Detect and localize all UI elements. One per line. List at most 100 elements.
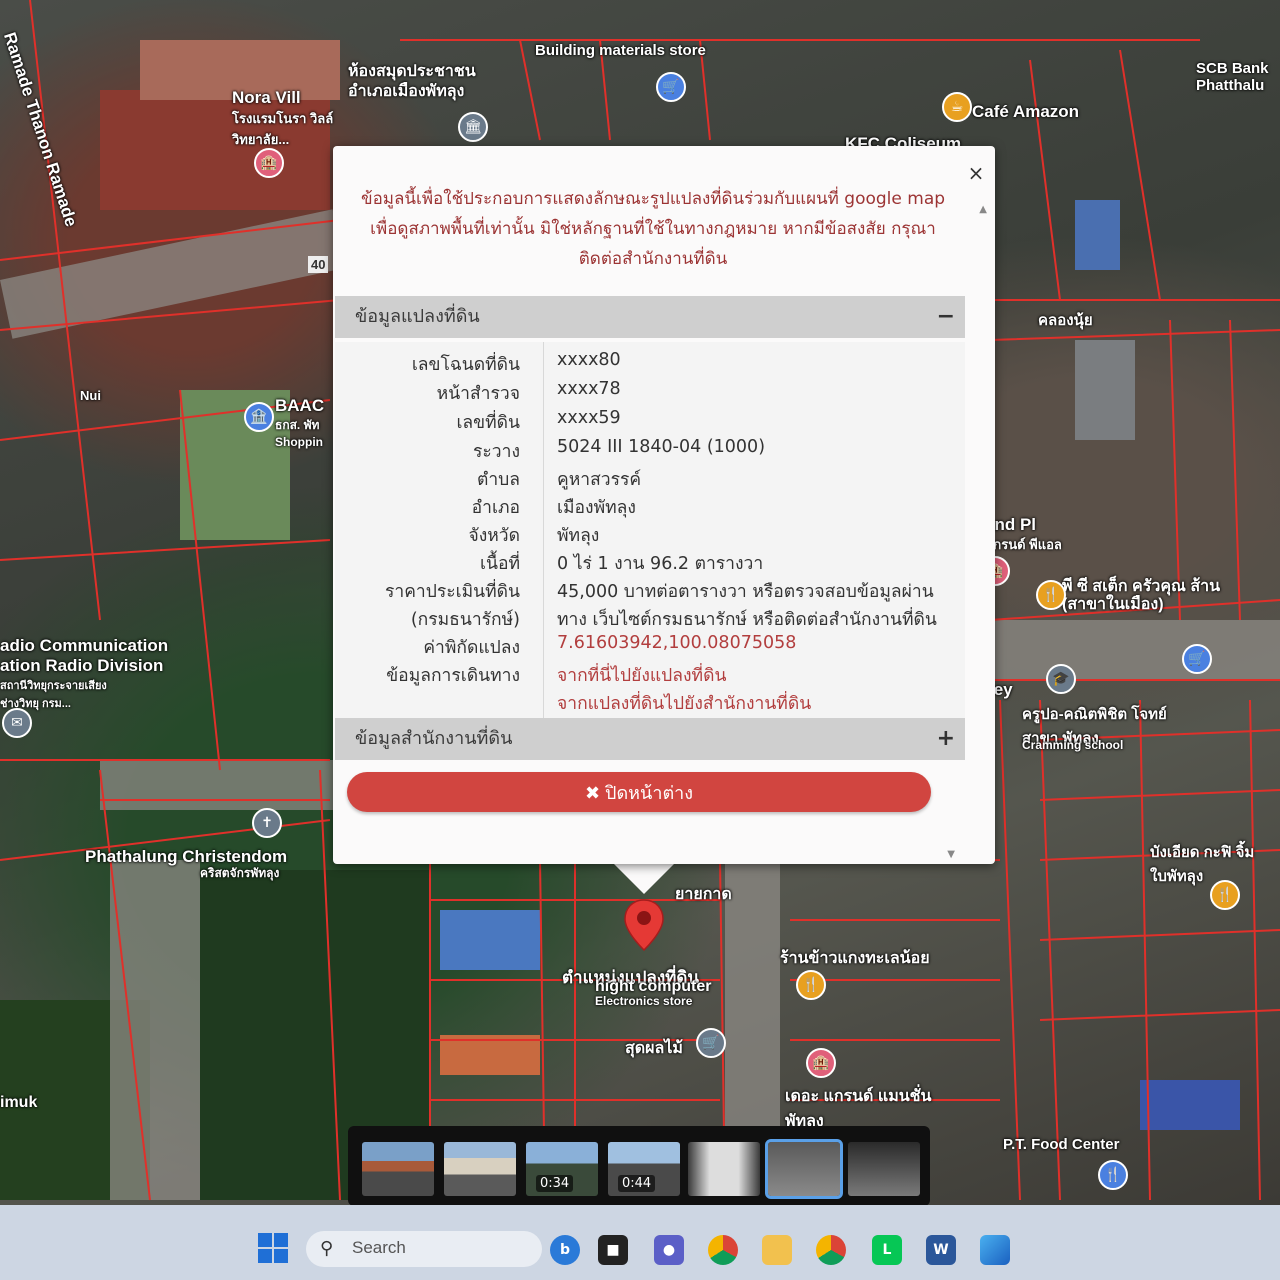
disclaimer-line-1: ข้อมูลนี้เพื่อใช้ประกอบการแสดงลักษณะรูปแ… xyxy=(360,189,946,209)
mail-pin-icon[interactable]: ✉ xyxy=(2,708,32,738)
map-label-scb[interactable]: SCB Bank Phatthalu xyxy=(1196,60,1276,94)
map-label-cram-en: Cramming school xyxy=(1022,738,1124,752)
coordinates-link[interactable]: 7.61603942,100.08075058 xyxy=(557,633,796,653)
restaurant-pin-icon[interactable]: 🍴 xyxy=(1098,1160,1128,1190)
screen: Building materials store ห้องสมุดประชาชน… xyxy=(0,0,1280,1205)
file-explorer-icon[interactable] xyxy=(762,1235,792,1265)
photos-icon[interactable] xyxy=(980,1235,1010,1265)
map-label-khlong: คลองนุ้ย xyxy=(1038,312,1093,329)
bing-icon[interactable]: b xyxy=(550,1235,580,1265)
chrome-icon[interactable] xyxy=(708,1235,738,1265)
detail-row: ข้อมูลการเดินทาง จากที่นี่ไปยังแปลงที่ดิน xyxy=(335,661,965,689)
map-label-pt-food[interactable]: P.T. Food Center xyxy=(1003,1136,1119,1153)
detail-key: ค่าพิกัดแปลง xyxy=(423,638,520,658)
shopping-pin-icon[interactable]: 🛒 xyxy=(1182,644,1212,674)
video-thumbnail[interactable]: 0:44 xyxy=(608,1142,680,1196)
windows-start-icon[interactable] xyxy=(258,1233,288,1263)
shopping-pin-icon[interactable]: 🛒 xyxy=(696,1028,726,1058)
detail-row: จากแปลงที่ดินไปยังสำนักงานที่ดิน xyxy=(335,689,965,717)
photo-thumbnail[interactable] xyxy=(362,1142,434,1196)
close-window-button[interactable]: ✖ ปิดหน้าต่าง xyxy=(347,772,931,812)
map-label-imuk: imuk xyxy=(0,1094,38,1111)
church-pin-icon[interactable]: ✝ xyxy=(252,808,282,838)
search-label: Search xyxy=(352,1238,406,1257)
directions-to-parcel-link[interactable]: จากที่นี่ไปยังแปลงที่ดิน xyxy=(557,661,726,689)
line-icon[interactable]: L xyxy=(872,1235,902,1265)
detail-row: เลขที่ดิน xxxx59 xyxy=(335,408,965,436)
disclaimer-line-2: เพื่อดูสภาพพื้นที่เท่านั้น มิใช่หลักฐานท… xyxy=(370,219,936,239)
photo-thumbnail-selected[interactable] xyxy=(765,1139,843,1199)
map-label-grand-thai: แกรนด์ พีแอล xyxy=(985,537,1062,552)
map-label-radio-thai: สถานีวิทยุกระจายเสียง ช่างวิทยุ กรม... xyxy=(0,680,107,710)
detail-row: อำเภอ เมืองพัทลุง xyxy=(335,493,965,521)
land-parcel-section-header[interactable]: ข้อมูลแปลงที่ดิน − xyxy=(335,296,965,338)
taskbar-search-box[interactable]: ⚲ Search xyxy=(306,1231,542,1267)
cafe-pin-icon[interactable]: ☕ xyxy=(942,92,972,122)
detail-row: จังหวัด พัทลุง xyxy=(335,521,965,549)
map-label-electronics: Electronics store xyxy=(595,994,693,1008)
map-label-nora-vill[interactable]: Nora Vill xyxy=(232,88,301,108)
detail-row: ตำบล คูหาสวรรค์ xyxy=(335,465,965,493)
library-pin-icon[interactable]: 🏛 xyxy=(458,112,488,142)
detail-key: หน้าสำรวจ xyxy=(436,384,520,404)
scroll-down-arrow-icon[interactable]: ▼ xyxy=(947,849,955,860)
chrome-icon[interactable] xyxy=(816,1235,846,1265)
land-office-section-header[interactable]: ข้อมูลสำนักงานที่ดิน + xyxy=(335,718,965,760)
detail-key: ข้อมูลการเดินทาง xyxy=(386,666,520,686)
hotel-pin-icon[interactable]: 🏨 xyxy=(254,148,284,178)
map-label-pc-shop[interactable]: พี ซี สเต็ก ครัวคุณ ส้าน (สาขาในเมือง) xyxy=(1062,578,1222,614)
map-label-bangiad[interactable]: บังเอียด กะฟิ จิ้มใบพัทลุง xyxy=(1150,840,1260,888)
map-label-radio[interactable]: adio Communication ation Radio Division xyxy=(0,636,180,676)
detail-row: เลขโฉนดที่ดิน xxxx80 xyxy=(335,350,965,378)
map-label-sudpol[interactable]: สุดผลไม้ xyxy=(625,1036,683,1061)
photo-strip: 0:34 0:44 xyxy=(348,1126,930,1205)
detail-row: (กรมธนารักษ์) ทาง เว็บไซต์กรมธนารักษ์ หรื… xyxy=(335,605,965,633)
detail-key: อำเภอ xyxy=(471,498,520,518)
map-label-building-materials[interactable]: Building materials store xyxy=(535,42,706,59)
photo-thumbnail[interactable] xyxy=(444,1142,516,1196)
shopping-pin-icon[interactable]: 🛒 xyxy=(656,72,686,102)
map-label-baac[interactable]: BAAC xyxy=(275,396,324,416)
detail-key: ตำบล xyxy=(476,470,520,490)
detail-row: เนื้อที่ 0 ไร่ 1 งาน 96.2 ตารางวา xyxy=(335,549,965,577)
detail-value: xxxx78 xyxy=(557,379,621,399)
map-label-yaitapat: ยายกาด xyxy=(675,886,732,903)
map-label-library[interactable]: ห้องสมุดประชาชน อำเภอเมืองพัทลุง xyxy=(348,62,518,102)
word-icon[interactable]: W xyxy=(926,1235,956,1265)
video-thumbnail[interactable]: 0:34 xyxy=(526,1142,598,1196)
land-parcel-section-title: ข้อมูลแปลงที่ดิน xyxy=(355,306,480,327)
land-parcel-details: เลขโฉนดที่ดิน xxxx80 หน้าสำรวจ xxxx78 เลขท… xyxy=(335,342,965,722)
detail-value: คูหาสวรรค์ xyxy=(557,470,642,490)
hotel-pin-icon[interactable]: 🏨 xyxy=(806,1048,836,1078)
bank-pin-icon[interactable]: 🏦 xyxy=(244,402,274,432)
expand-icon[interactable]: + xyxy=(937,718,955,760)
detail-row: หน้าสำรวจ xxxx78 xyxy=(335,379,965,407)
restaurant-pin-icon[interactable]: 🍴 xyxy=(796,970,826,1000)
parcel-location-marker-icon[interactable] xyxy=(622,898,666,952)
close-icon[interactable]: × xyxy=(965,162,987,184)
detail-value: เมืองพัทลุง xyxy=(557,498,636,518)
directions-to-office-link[interactable]: จากแปลงที่ดินไปยังสำนักงานที่ดิน xyxy=(557,689,811,717)
school-pin-icon[interactable]: 🎓 xyxy=(1046,664,1076,694)
windows-taskbar: ⚲ Search b ■ ● L W xyxy=(0,1205,1280,1280)
restaurant-pin-icon[interactable]: 🍴 xyxy=(1036,580,1066,610)
collapse-icon[interactable]: − xyxy=(937,296,955,338)
scroll-up-arrow-icon[interactable]: ▲ xyxy=(979,204,987,215)
search-icon: ⚲ xyxy=(320,1238,334,1259)
restaurant-pin-icon[interactable]: 🍴 xyxy=(1210,880,1240,910)
detail-key: (กรมธนารักษ์) xyxy=(410,610,520,630)
map-label-noodle[interactable]: ร้านข้าวแกงทะเลน้อย xyxy=(780,946,930,971)
photo-thumbnail[interactable] xyxy=(848,1142,920,1196)
photo-thumbnail[interactable] xyxy=(688,1142,760,1196)
video-duration: 0:44 xyxy=(618,1175,656,1192)
map-label-christendom-thai: คริสตจักรพัทลุง xyxy=(200,866,280,880)
detail-key: ระวาง xyxy=(473,442,520,462)
chat-icon[interactable]: ● xyxy=(654,1235,684,1265)
map-label-nui: Nui xyxy=(80,388,101,403)
task-view-icon[interactable]: ■ xyxy=(598,1235,628,1265)
disclaimer-line-3: ติดต่อสำนักงานที่ดิน xyxy=(578,249,728,269)
detail-value: พัทลุง xyxy=(557,526,600,546)
detail-row: ระวาง 5024 III 1840-04 (1000) xyxy=(335,437,965,465)
map-label-cafe-amazon[interactable]: Café Amazon xyxy=(972,102,1079,122)
detail-key: เลขโฉนดที่ดิน xyxy=(411,355,520,375)
